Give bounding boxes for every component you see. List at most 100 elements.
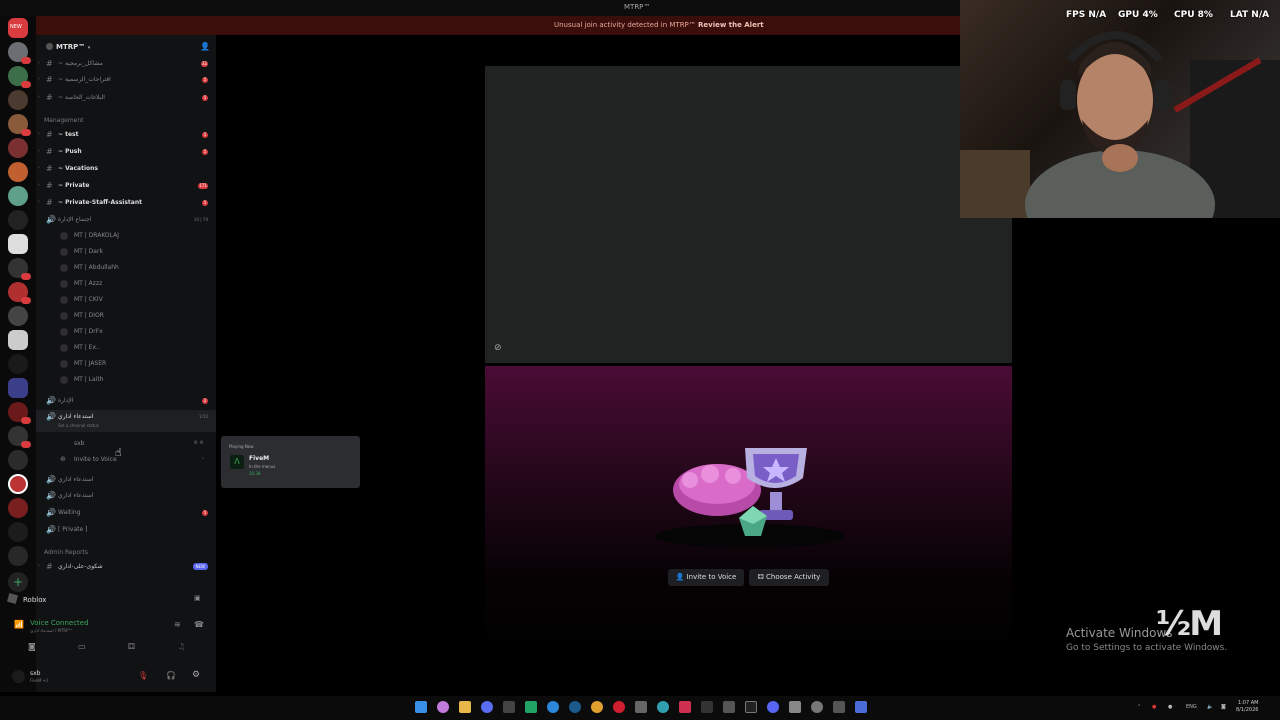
voice-member[interactable]: MT | Laith (60, 373, 210, 387)
steam-icon[interactable] (569, 701, 581, 713)
network-icon[interactable]: ◙ (1221, 704, 1226, 710)
voice-channel[interactable]: 🔊 Waiting 5 (36, 506, 216, 520)
voice-member[interactable]: MT | DrFx (60, 325, 210, 339)
app-icon[interactable] (833, 701, 845, 713)
add-member-icon[interactable]: 👤 (200, 42, 210, 51)
voice-member[interactable]: MT | Azzz (60, 277, 210, 291)
disconnect-icon[interactable]: ☎ (194, 620, 204, 629)
server-icon[interactable] (8, 258, 31, 280)
speaker-icon[interactable]: 🔈 (1207, 704, 1213, 710)
server-header[interactable]: MTRP™ ▾ (46, 43, 90, 51)
invite-to-voice-button[interactable]: 👤 Invite to Voice (668, 569, 744, 586)
server-icon[interactable] (8, 234, 28, 254)
review-alert-link[interactable]: Review the Alert (698, 21, 764, 29)
voice-channel-path[interactable]: استدعاء اداري / MTRP™ (30, 628, 73, 633)
server-icon[interactable] (8, 138, 28, 158)
app-icon[interactable] (789, 701, 801, 713)
app-icon[interactable] (679, 701, 691, 713)
voice-channel[interactable]: 🔊 [ Private ] (36, 523, 216, 537)
channel-item[interactable]: › # ~ اقتراحات_الرسمية 5 (36, 73, 216, 87)
voice-member[interactable]: MT | JASER (60, 357, 210, 371)
category-admin-reports[interactable]: Admin Reports (44, 549, 88, 556)
channel-status[interactable]: Set a channel status (58, 423, 99, 428)
voice-channel[interactable]: 🔊 اجتماع الإدارة 10 | 79 (36, 213, 216, 227)
language-indicator[interactable]: ENG (1186, 704, 1197, 710)
choose-activity-button[interactable]: ⚃ Choose Activity (749, 569, 829, 586)
voice-channel[interactable]: 🔊 الإدارة 2 (36, 394, 216, 408)
server-icon[interactable] (8, 354, 28, 374)
invite-to-voice-item[interactable]: ⊕ Invite to Voice › (60, 453, 210, 467)
server-icon[interactable] (8, 42, 31, 64)
file-explorer-icon[interactable] (459, 701, 471, 713)
app-icon[interactable] (525, 701, 537, 713)
opera-icon[interactable] (613, 701, 625, 713)
browser-icon[interactable] (481, 701, 493, 713)
server-icon[interactable] (8, 66, 31, 88)
app-icon[interactable] (503, 701, 515, 713)
channel-item[interactable]: › # ~ Private-Staff-Assistant 5 (36, 196, 216, 210)
voice-member[interactable]: MT | DIOR (60, 309, 210, 323)
taskbar-clock[interactable]: 1:07 AM 8/1/2026 (1236, 700, 1258, 714)
server-icon[interactable] (8, 90, 28, 110)
server-icon[interactable] (8, 426, 31, 448)
activity-button[interactable]: ⚃ (128, 642, 135, 651)
noise-suppression-icon[interactable]: ≋ (174, 620, 181, 629)
soundboard-button[interactable]: ♫ (178, 642, 185, 651)
server-icon[interactable] (8, 186, 28, 206)
voice-channel[interactable]: 🔊 استدعاء اداري (36, 489, 216, 503)
channel-item[interactable]: › # ~ مشاكل_برمجية 32 (36, 57, 216, 71)
server-icon[interactable] (8, 498, 28, 518)
server-icon[interactable] (8, 114, 31, 136)
settings-gear-icon[interactable]: ⚙ (192, 670, 200, 680)
mute-icon[interactable]: 🎙 (138, 671, 148, 680)
app-icon[interactable] (547, 701, 559, 713)
channel-item[interactable]: › # ~ البلاغات_الخاصة 5 (36, 91, 216, 105)
copilot-icon[interactable] (437, 701, 449, 713)
app-icon[interactable] (635, 701, 647, 713)
server-icon[interactable] (8, 306, 28, 326)
voice-member[interactable]: MT | CKIV (60, 293, 210, 307)
add-server-icon[interactable]: + (8, 572, 28, 592)
voice-member-self[interactable]: sxb ⚙ ⚙ (60, 437, 210, 451)
tray-app-icon[interactable]: ● (1152, 704, 1156, 710)
voice-member[interactable]: MT | Ex.. (60, 341, 210, 355)
app-icon[interactable] (701, 701, 713, 713)
settings-icon[interactable] (811, 701, 823, 713)
server-icon[interactable] (8, 210, 28, 230)
tray-chevron-icon[interactable]: ⌃ (1137, 704, 1141, 710)
category-management[interactable]: Management (44, 117, 84, 124)
channel-item[interactable]: › # شكوى-على-اداري NEW (36, 560, 216, 574)
app-icon[interactable] (723, 701, 735, 713)
channel-item[interactable]: › # ~ Private 171 (36, 179, 216, 193)
server-icon[interactable] (8, 474, 28, 494)
screen-share-icon[interactable]: ▣ (194, 594, 201, 602)
camera-button[interactable]: ◙ (28, 642, 36, 651)
voice-member[interactable]: MT | Dark (60, 245, 210, 259)
screen-share-button[interactable]: ▭ (78, 642, 86, 651)
server-icon[interactable] (8, 378, 28, 398)
game-activity[interactable]: Roblox ▣ (6, 592, 208, 608)
server-icon[interactable] (8, 282, 31, 304)
app-icon[interactable] (745, 701, 757, 713)
voice-channel[interactable]: 🔊 استدعاء اداري (36, 473, 216, 487)
voice-member[interactable]: MT | Abdullahh (60, 261, 210, 275)
channel-item[interactable]: › # ~ test 5 (36, 128, 216, 142)
server-icon[interactable] (8, 546, 28, 566)
app-icon[interactable] (855, 701, 867, 713)
tray-app-icon[interactable]: ● (1168, 704, 1172, 710)
edge-icon[interactable] (657, 701, 669, 713)
server-icon[interactable] (8, 450, 28, 470)
home-button[interactable]: NEW (8, 18, 28, 38)
voice-member[interactable]: MT | DRAKOLAJ (60, 229, 210, 243)
channel-item[interactable]: › # ~ Push 5 (36, 145, 216, 159)
server-icon[interactable] (8, 402, 31, 424)
discord-icon[interactable] (767, 701, 779, 713)
user-panel[interactable]: sxb FiveM +1 🎙 🎧 ⚙ (8, 668, 208, 688)
stream-tile[interactable]: ⊘ (485, 66, 1012, 363)
chrome-icon[interactable] (591, 701, 603, 713)
server-icon[interactable] (8, 330, 28, 350)
start-icon[interactable] (415, 701, 427, 713)
server-icon[interactable] (8, 522, 28, 542)
channel-item[interactable]: › # ~ Vacations (36, 162, 216, 176)
deafen-icon[interactable]: 🎧 (166, 671, 176, 680)
